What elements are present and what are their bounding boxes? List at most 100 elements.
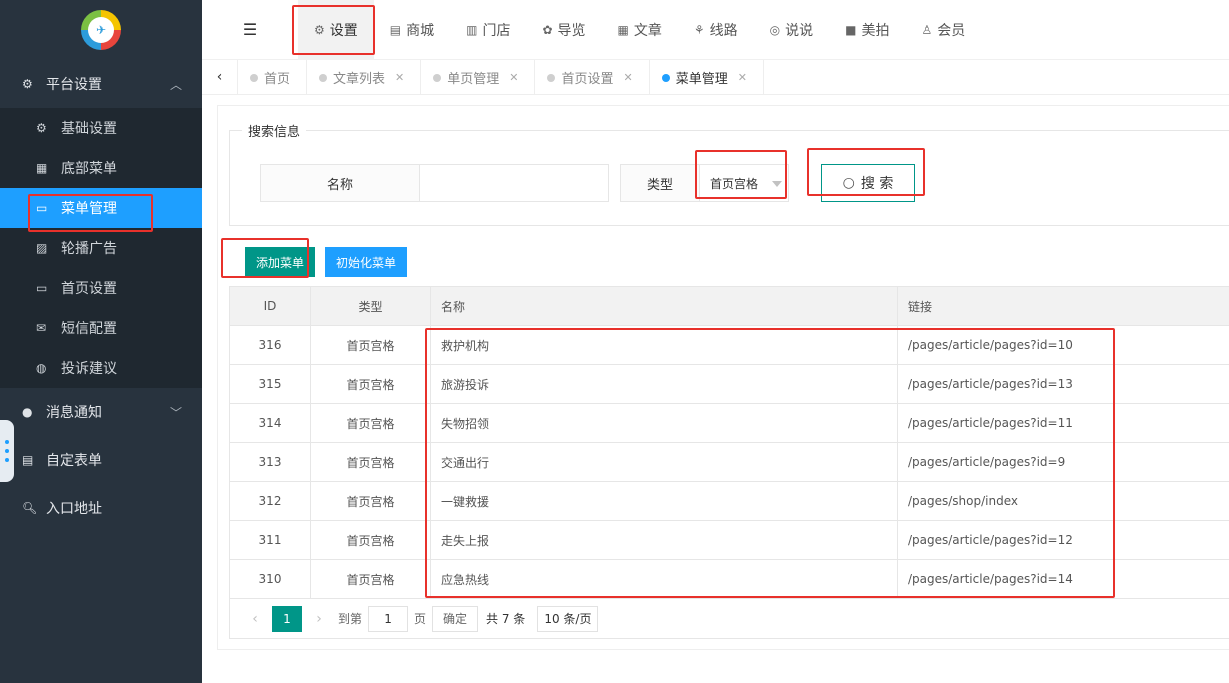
sidebar-item-label: 底部菜单 bbox=[61, 161, 117, 177]
sidebar-item-basic-settings[interactable]: ⚙ 基础设置 bbox=[0, 108, 202, 148]
top-tab-shop[interactable]: ▤ 商城 bbox=[374, 0, 450, 60]
sidebar-item-sms-config[interactable]: ✉ 短信配置 bbox=[0, 308, 202, 348]
tab-dot bbox=[547, 73, 556, 82]
sidebar-submenu: ⚙ 基础设置 ▦ 底部菜单 ▭ 菜单管理 ▨ 轮播广告 ▭ 首页设置 ✉ 短信配… bbox=[0, 108, 202, 388]
page-tab-article-list[interactable]: 文章列表 ✕ bbox=[307, 59, 422, 95]
close-icon[interactable]: ✕ bbox=[395, 71, 404, 84]
cell-link: /pages/article/pages?id=13 bbox=[897, 364, 1229, 404]
page-tab-home[interactable]: 首页 bbox=[238, 59, 308, 95]
init-menu-button[interactable]: 初始化菜单 bbox=[325, 247, 407, 277]
chevron-left-icon[interactable]: ‹ bbox=[202, 59, 238, 95]
cell-link: /pages/article/pages?id=12 bbox=[897, 520, 1229, 560]
close-icon[interactable]: ✕ bbox=[509, 71, 518, 84]
column-header-id[interactable]: ID bbox=[229, 286, 311, 326]
cell-id: 311 bbox=[229, 520, 311, 560]
menu-table: ID 类型 名称 链接 316 首页宫格 救护机构 /pages/article… bbox=[229, 286, 1229, 599]
goto-page-input[interactable]: 1 bbox=[368, 605, 409, 632]
sidebar-group-label: 消息通知 bbox=[46, 405, 102, 421]
sidebar-group-platform-settings[interactable]: ⚙ 平台设置 ︿ bbox=[0, 60, 202, 108]
sidebar-drag-handle[interactable] bbox=[0, 420, 14, 482]
page-tab-single-page[interactable]: 单页管理 ✕ bbox=[421, 59, 536, 95]
sidebar-item-label: 投诉建议 bbox=[61, 361, 117, 377]
total-count: 共 7 条 bbox=[486, 612, 526, 626]
sidebar-group-notifications[interactable]: ● 消息通知 ﹀ bbox=[0, 388, 202, 436]
page-unit-label: 页 bbox=[414, 612, 427, 626]
chevron-up-icon: ︿ bbox=[169, 78, 182, 92]
sidebar-item-carousel-ads[interactable]: ▨ 轮播广告 bbox=[0, 228, 202, 268]
search-legend: 搜索信息 bbox=[248, 125, 301, 140]
search-button[interactable]: ○ 搜 索 bbox=[821, 164, 915, 202]
next-page-icon[interactable]: › bbox=[306, 611, 332, 627]
cell-name: 旅游投诉 bbox=[430, 364, 898, 404]
top-tab-label: 设置 bbox=[329, 22, 358, 39]
page-size-select[interactable]: 10 条/页 bbox=[537, 605, 599, 632]
page-tab-home-settings[interactable]: 首页设置 ✕ bbox=[535, 59, 650, 95]
column-header-link[interactable]: 链接 bbox=[897, 286, 1229, 326]
chat-icon: ● bbox=[22, 405, 33, 419]
menu-toggle-icon[interactable]: ☰ bbox=[202, 0, 298, 60]
close-icon[interactable]: ✕ bbox=[624, 71, 633, 84]
top-tab-label: 会员 bbox=[937, 22, 966, 39]
cell-link: /pages/article/pages?id=10 bbox=[897, 325, 1229, 365]
top-tab-moments[interactable]: ◎ 说说 bbox=[754, 0, 829, 60]
search-button-label: 搜 索 bbox=[860, 176, 894, 192]
top-tab-label: 门店 bbox=[482, 22, 511, 39]
cell-type: 首页宫格 bbox=[310, 442, 431, 482]
table-row[interactable]: 315 首页宫格 旅游投诉 /pages/article/pages?id=13 bbox=[229, 364, 1229, 404]
chevron-down-icon: ﹀ bbox=[169, 406, 182, 420]
goto-confirm-button[interactable]: 确定 bbox=[432, 605, 479, 632]
search-panel: 搜索信息 名称 类型 首页宫格 ○ 搜 索 bbox=[229, 121, 1229, 226]
top-tab-member[interactable]: ♙ 会员 bbox=[905, 0, 981, 60]
cell-link: /pages/article/pages?id=9 bbox=[897, 442, 1229, 482]
table-row[interactable]: 316 首页宫格 救护机构 /pages/article/pages?id=10 bbox=[229, 325, 1229, 365]
top-tab-label: 线路 bbox=[709, 22, 738, 39]
top-tab-photo[interactable]: ■ 美拍 bbox=[829, 0, 905, 60]
column-header-name[interactable]: 名称 bbox=[430, 286, 898, 326]
name-input[interactable] bbox=[419, 164, 609, 202]
cell-name: 应急热线 bbox=[430, 559, 898, 599]
page-tab-menu-management[interactable]: 菜单管理 ✕ bbox=[650, 59, 764, 95]
column-header-type[interactable]: 类型 bbox=[310, 286, 431, 326]
cell-name: 交通出行 bbox=[430, 442, 898, 482]
sidebar-item-label: 轮播广告 bbox=[61, 241, 117, 257]
tab-dot bbox=[319, 73, 328, 82]
top-tab-store[interactable]: ▥ 门店 bbox=[450, 0, 526, 60]
sidebar-item-home-settings[interactable]: ▭ 首页设置 bbox=[0, 268, 202, 308]
table-row[interactable]: 314 首页宫格 失物招领 /pages/article/pages?id=11 bbox=[229, 403, 1229, 443]
close-icon[interactable]: ✕ bbox=[738, 71, 747, 84]
form-icon: ▤ bbox=[22, 453, 34, 467]
cell-type: 首页宫格 bbox=[310, 481, 431, 521]
wechat-icon: ◎ bbox=[769, 22, 781, 37]
table-row[interactable]: 313 首页宫格 交通出行 /pages/article/pages?id=9 bbox=[229, 442, 1229, 482]
table-row[interactable]: 310 首页宫格 应急热线 /pages/article/pages?id=14 bbox=[229, 559, 1229, 599]
cell-id: 316 bbox=[229, 325, 311, 365]
table-header-row: ID 类型 名称 链接 bbox=[229, 286, 1229, 326]
top-tab-article[interactable]: ▦ 文章 bbox=[602, 0, 678, 60]
sidebar-group-entry-address[interactable]: 🔍︎ 入口地址 bbox=[0, 484, 202, 532]
page-tab-label: 单页管理 bbox=[447, 71, 500, 87]
sidebar-item-label: 基础设置 bbox=[61, 121, 117, 137]
cell-link: /pages/article/pages?id=11 bbox=[897, 403, 1229, 443]
table-row[interactable]: 311 首页宫格 走失上报 /pages/article/pages?id=12 bbox=[229, 520, 1229, 560]
top-tab-guide[interactable]: ✿ 导览 bbox=[526, 0, 601, 60]
table-row[interactable]: 312 首页宫格 一键救援 /pages/shop/index bbox=[229, 481, 1229, 521]
cell-name: 救护机构 bbox=[430, 325, 898, 365]
prev-page-icon[interactable]: ‹ bbox=[242, 611, 268, 627]
logo-area: ✈ bbox=[0, 0, 202, 60]
add-menu-button[interactable]: 添加菜单 bbox=[245, 247, 315, 277]
current-page[interactable]: 1 bbox=[272, 605, 302, 632]
type-select[interactable]: 首页宫格 bbox=[699, 164, 789, 202]
page-tab-label: 文章列表 bbox=[333, 71, 386, 87]
top-tab-route[interactable]: ⚘ 线路 bbox=[678, 0, 754, 60]
gear-icon: ⚙ bbox=[36, 121, 47, 135]
cell-type: 首页宫格 bbox=[310, 559, 431, 599]
article-icon: ▦ bbox=[617, 22, 629, 37]
sidebar-item-bottom-menu[interactable]: ▦ 底部菜单 bbox=[0, 148, 202, 188]
top-tab-settings[interactable]: ⚙ 设置 bbox=[298, 0, 374, 60]
sidebar-item-menu-management[interactable]: ▭ 菜单管理 bbox=[0, 188, 202, 228]
cell-type: 首页宫格 bbox=[310, 364, 431, 404]
sidebar-group-custom-form[interactable]: ▤ 自定表单 bbox=[0, 436, 202, 484]
sidebar-item-complaints[interactable]: ◍ 投诉建议 bbox=[0, 348, 202, 388]
main-content: 搜索信息 名称 类型 首页宫格 ○ 搜 索 添加菜单 初始化菜单 ID 类型 名… bbox=[217, 105, 1229, 650]
chat-icon: ◍ bbox=[36, 361, 47, 375]
